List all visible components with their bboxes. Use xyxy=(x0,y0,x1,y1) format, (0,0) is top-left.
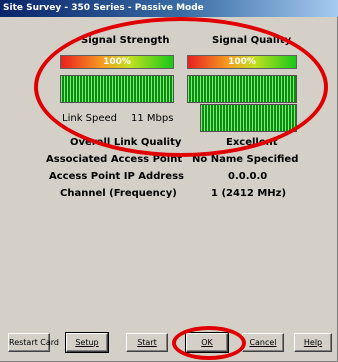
signal-quality-percent: 100% xyxy=(228,57,256,67)
start-button[interactable]: Start xyxy=(126,333,168,352)
link-speed-meter xyxy=(200,104,297,132)
access-point-ip-value: 0.0.0.0 xyxy=(228,171,268,182)
setup-button-label: Setup xyxy=(75,338,99,347)
signal-strength-meter xyxy=(60,75,174,103)
cancel-button-label: Cancel xyxy=(249,338,277,347)
signal-quality-meter xyxy=(187,75,297,103)
signal-quality-header: Signal Quality xyxy=(212,35,292,46)
restart-card-button[interactable]: Restart Card xyxy=(8,333,59,352)
window-title: Site Survey - 350 Series - Passive Mode xyxy=(0,0,338,17)
signal-quality-percent-bar: 100% xyxy=(187,55,297,69)
associated-access-point-label: Associated Access Point xyxy=(46,154,183,165)
overall-link-quality-value: Excellent xyxy=(226,137,278,148)
associated-access-point-value: No Name Specified xyxy=(192,154,299,165)
channel-frequency-label: Channel (Frequency) xyxy=(60,188,177,199)
channel-frequency-value: 1 (2412 MHz) xyxy=(211,188,287,199)
help-button-label: Help xyxy=(303,338,323,347)
help-button[interactable]: Help xyxy=(294,333,332,352)
link-speed-label: Link Speed xyxy=(62,113,118,124)
signal-strength-header: Signal Strength xyxy=(81,35,170,46)
link-speed-value: 11 Mbps xyxy=(131,113,174,124)
overall-link-quality-label: Overall Link Quality xyxy=(70,137,182,148)
site-survey-window: Site Survey - 350 Series - Passive Mode … xyxy=(0,0,338,362)
access-point-ip-label: Access Point IP Address xyxy=(49,171,184,182)
signal-strength-percent: 100% xyxy=(103,57,131,67)
ok-button[interactable]: OK xyxy=(185,332,229,353)
cancel-button[interactable]: Cancel xyxy=(242,333,284,352)
ok-button-label: OK xyxy=(201,338,213,347)
signal-strength-percent-bar: 100% xyxy=(60,55,174,69)
setup-button[interactable]: Setup xyxy=(65,332,109,353)
start-button-label: Start xyxy=(137,338,157,347)
